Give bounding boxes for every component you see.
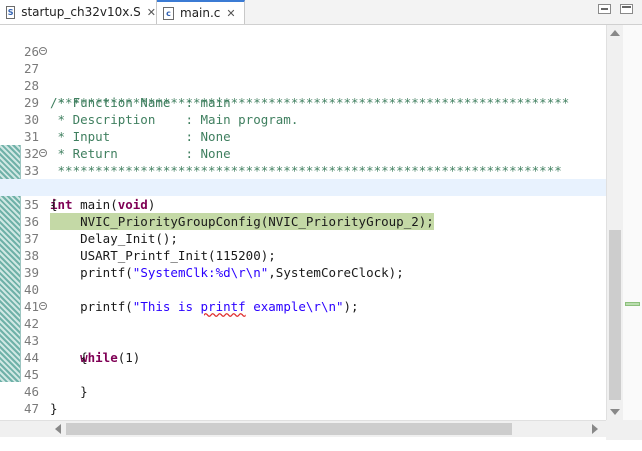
c-file-icon: c <box>163 6 174 20</box>
fold-toggle-icon[interactable]: − <box>39 149 47 157</box>
close-icon[interactable]: ✕ <box>147 6 156 19</box>
horizontal-scrollbar[interactable] <box>0 420 606 437</box>
code-line: 41 <box>23 299 39 314</box>
vertical-scrollbar[interactable] <box>606 25 623 420</box>
code-line: 39 <box>23 265 39 280</box>
fold-toggle-icon[interactable]: − <box>39 302 47 310</box>
tab-startup-file[interactable]: S startup_ch32v10x.S ✕ <box>0 0 157 24</box>
horizontal-scroll-thumb[interactable] <box>66 423 512 435</box>
code-line: 32 *************************************… <box>23 146 562 178</box>
code-line: 48 <box>0 400 606 433</box>
code-line: 29 * Description : Main program. <box>23 95 299 127</box>
code-line: 47 <box>23 401 39 416</box>
code-line: 33 − int main(void) <box>23 148 156 213</box>
editor-tab-bar: S startup_ch32v10x.S ✕ c main.c ✕ <box>0 0 642 25</box>
code-line: 26 <box>23 44 39 59</box>
maximize-button[interactable] <box>620 4 633 14</box>
code-line: 45 } <box>23 367 88 399</box>
scroll-down-icon[interactable] <box>610 409 620 415</box>
tab-label: main.c <box>180 6 221 20</box>
close-icon[interactable]: ✕ <box>226 7 235 20</box>
code-line: 46 } <box>23 384 58 416</box>
minimize-button[interactable] <box>598 4 611 14</box>
current-code-line: 35 NVIC_PriorityGroupConfig(NVIC_Priorit… <box>0 179 606 230</box>
code-line: 34 { <box>24 180 58 212</box>
code-line: 44 <box>23 350 39 365</box>
code-line: 42 − while(1) <box>23 301 141 366</box>
asm-file-icon: S <box>6 5 16 19</box>
code-line: 37 USART_Printf_Init(115200); <box>23 231 276 263</box>
scroll-up-icon[interactable] <box>610 30 620 36</box>
tab-main-c[interactable]: c main.c ✕ <box>157 0 245 24</box>
fold-toggle-icon[interactable]: − <box>39 47 47 55</box>
tab-label: startup_ch32v10x.S <box>21 5 141 19</box>
overview-ruler <box>623 25 642 420</box>
code-line: 38 printf("SystemClk:%d\r\n",SystemCoreC… <box>23 248 404 280</box>
code-line: 30 * Input : None <box>23 112 231 144</box>
overview-marker[interactable] <box>625 302 640 306</box>
code-line: 28 * Function Name : main <box>23 78 231 110</box>
scroll-corner <box>606 420 642 440</box>
code-line: 43 { <box>23 333 88 365</box>
scroll-left-icon[interactable] <box>55 424 61 434</box>
code-line: 36 Delay_Init(); <box>23 214 178 246</box>
vertical-scroll-thumb[interactable] <box>609 230 621 400</box>
scroll-right-icon[interactable] <box>592 424 598 434</box>
code-line: 27 − /**********************************… <box>23 46 570 111</box>
code-line: 40 printf("This is printf example\r\n"); <box>23 282 359 314</box>
code-line: 31 * Return : None <box>23 129 231 161</box>
code-editor[interactable]: 26 27 − /*******************************… <box>0 25 606 433</box>
